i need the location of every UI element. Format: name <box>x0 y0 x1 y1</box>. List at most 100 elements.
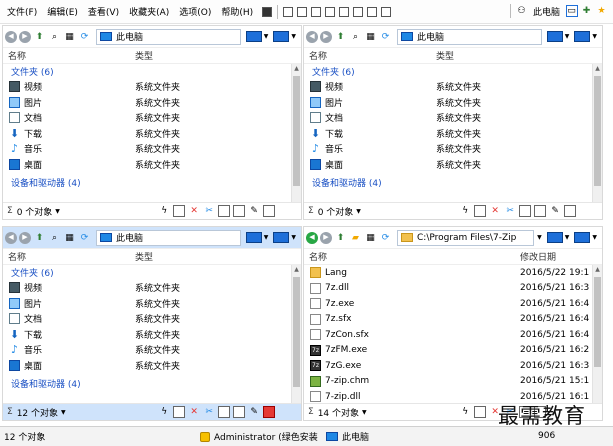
new-folder-icon[interactable]: ▰ <box>349 232 362 244</box>
drive-icon[interactable] <box>546 232 563 243</box>
cut-icon[interactable]: ✂ <box>504 205 516 217</box>
list-item[interactable]: ⬇ 下载 系统文件夹 <box>3 126 301 142</box>
edit-icon[interactable]: ✎ <box>248 205 260 217</box>
refresh-icon[interactable]: ⟳ <box>379 31 392 43</box>
forward-icon[interactable]: ▶ <box>320 30 332 43</box>
list-item[interactable]: ⬇ 下载 系统文件夹 <box>304 126 602 142</box>
back-icon[interactable]: ◀ <box>5 30 17 43</box>
object-count[interactable]: 14 个对象 ▼ <box>318 406 458 419</box>
chevron-down-icon[interactable]: ▼ <box>592 33 597 40</box>
up-arrow-icon[interactable]: ⬆ <box>33 232 46 244</box>
forward-icon[interactable]: ▶ <box>19 30 31 43</box>
paste-icon[interactable] <box>233 406 246 418</box>
list-item[interactable]: 文档 系统文件夹 <box>304 110 602 126</box>
chevron-down-icon[interactable]: ▼ <box>537 234 542 241</box>
layout-triple-icon[interactable] <box>325 6 336 17</box>
object-count[interactable]: 12 个对象 ▼ <box>17 406 157 419</box>
vertical-scrollbar[interactable]: ▲ <box>592 265 602 405</box>
refresh-icon[interactable]: ⟳ <box>78 31 91 43</box>
paste-icon[interactable] <box>233 205 246 217</box>
list-item[interactable]: 7zCon.sfx 2016/5/21 16:4 <box>304 327 602 343</box>
lightning-icon[interactable]: ϟ <box>459 406 471 418</box>
menu-options[interactable]: 选项(O) <box>176 5 214 18</box>
drive-icon[interactable] <box>245 31 262 42</box>
network-icon[interactable]: ⚇ <box>515 5 527 17</box>
rename-icon[interactable] <box>474 205 487 217</box>
column-name[interactable]: 名称 <box>3 49 131 62</box>
layout-triple-alt-icon[interactable] <box>339 6 350 17</box>
menu-edit[interactable]: 编辑(E) <box>44 5 81 18</box>
up-arrow-icon[interactable]: ⬆ <box>33 31 46 43</box>
column-type[interactable]: 类型 <box>131 49 301 62</box>
view-mode-icon[interactable]: ▦ <box>364 232 377 244</box>
vertical-scrollbar[interactable]: ▲ <box>291 265 301 405</box>
pin-icon[interactable]: ✚ <box>581 5 593 17</box>
cut-icon[interactable]: ✂ <box>203 205 215 217</box>
scrollbar-thumb[interactable] <box>293 76 300 186</box>
delete-icon[interactable]: ✕ <box>188 406 200 418</box>
star-icon[interactable]: ★ <box>596 5 608 17</box>
copy-icon[interactable] <box>218 205 231 217</box>
view-mode-icon[interactable]: ▦ <box>63 31 76 43</box>
delete-icon[interactable]: ✕ <box>188 205 200 217</box>
group-header-folders[interactable]: 文件夹 (6) <box>3 265 301 280</box>
list-item[interactable]: 文档 系统文件夹 <box>3 311 301 327</box>
up-arrow-icon[interactable]: ⬆ <box>334 31 347 43</box>
object-count[interactable]: 0 个对象 ▼ <box>318 205 458 218</box>
rename-icon[interactable] <box>173 406 186 418</box>
vertical-scrollbar[interactable]: ▲ <box>291 64 301 204</box>
lightning-icon[interactable]: ϟ <box>459 205 471 217</box>
refresh-icon[interactable]: ⟳ <box>379 232 392 244</box>
forward-icon[interactable]: ▶ <box>19 231 31 244</box>
drive-icon[interactable] <box>245 232 262 243</box>
chevron-down-icon[interactable]: ▼ <box>565 33 570 40</box>
list-item[interactable]: 7z 7zG.exe 2016/5/21 16:3 <box>304 358 602 374</box>
chevron-down-icon[interactable]: ▼ <box>565 234 570 241</box>
folder-search-icon[interactable]: ⌕ <box>349 31 362 43</box>
list-item[interactable]: 图片 系统文件夹 <box>304 95 602 111</box>
column-date[interactable]: 修改日期 <box>514 250 596 263</box>
list-item[interactable]: 图片 系统文件夹 <box>3 95 301 111</box>
layout-dual-vertical-icon[interactable] <box>297 6 308 17</box>
lightning-icon[interactable]: ϟ <box>158 406 170 418</box>
chevron-down-icon[interactable]: ▼ <box>264 234 269 241</box>
edit-icon[interactable]: ✎ <box>549 205 561 217</box>
list-item[interactable]: ⬇ 下载 系统文件夹 <box>3 327 301 343</box>
list-item[interactable]: 桌面 系统文件夹 <box>3 157 301 173</box>
group-header-devices[interactable]: 设备和驱动器 (4) <box>304 175 602 190</box>
chevron-down-icon[interactable]: ▼ <box>264 33 269 40</box>
scroll-up-icon[interactable]: ▲ <box>593 64 602 74</box>
group-header-folders[interactable]: 文件夹 (6) <box>304 64 602 79</box>
group-header-devices[interactable]: 设备和驱动器 (4) <box>3 376 301 391</box>
delete-icon[interactable]: ✕ <box>489 205 501 217</box>
group-header-folders[interactable]: 文件夹 (6) <box>3 64 301 79</box>
list-item[interactable]: 桌面 系统文件夹 <box>3 358 301 374</box>
list-item[interactable]: ♪ 音乐 系统文件夹 <box>3 141 301 157</box>
column-name[interactable]: 名称 <box>3 250 131 263</box>
address-bar[interactable]: 此电脑 <box>397 28 542 45</box>
scroll-up-icon[interactable]: ▲ <box>292 265 301 275</box>
list-item[interactable]: ♪ 音乐 系统文件夹 <box>304 141 602 157</box>
layout-dual-horizontal-icon[interactable] <box>311 6 322 17</box>
address-bar[interactable]: 此电脑 <box>96 229 241 246</box>
chevron-down-icon[interactable]: ▼ <box>291 234 296 241</box>
copy-icon[interactable] <box>519 205 532 217</box>
forward-icon[interactable]: ▶ <box>320 231 332 244</box>
column-name[interactable]: 名称 <box>304 250 514 263</box>
menu-view[interactable]: 查看(V) <box>85 5 122 18</box>
list-item[interactable]: 桌面 系统文件夹 <box>304 157 602 173</box>
column-name[interactable]: 名称 <box>304 49 432 62</box>
menu-favorites[interactable]: 收藏夹(A) <box>126 5 172 18</box>
list-item[interactable]: 视频 系统文件夹 <box>3 79 301 95</box>
desktop-icon[interactable] <box>574 31 591 42</box>
drive-icon[interactable] <box>546 31 563 42</box>
view-mode-icon[interactable]: ▦ <box>364 31 377 43</box>
folder-search-icon[interactable]: ⌕ <box>48 31 61 43</box>
address-bar[interactable]: 此电脑 <box>96 28 241 45</box>
scrollbar-thumb[interactable] <box>594 277 601 367</box>
properties-icon[interactable] <box>564 205 577 217</box>
list-item[interactable]: 视频 系统文件夹 <box>3 280 301 296</box>
desktop-icon[interactable] <box>273 31 290 42</box>
menu-file[interactable]: 文件(F) <box>4 5 40 18</box>
list-item[interactable]: 7z.dll 2016/5/21 16:3 <box>304 281 602 297</box>
